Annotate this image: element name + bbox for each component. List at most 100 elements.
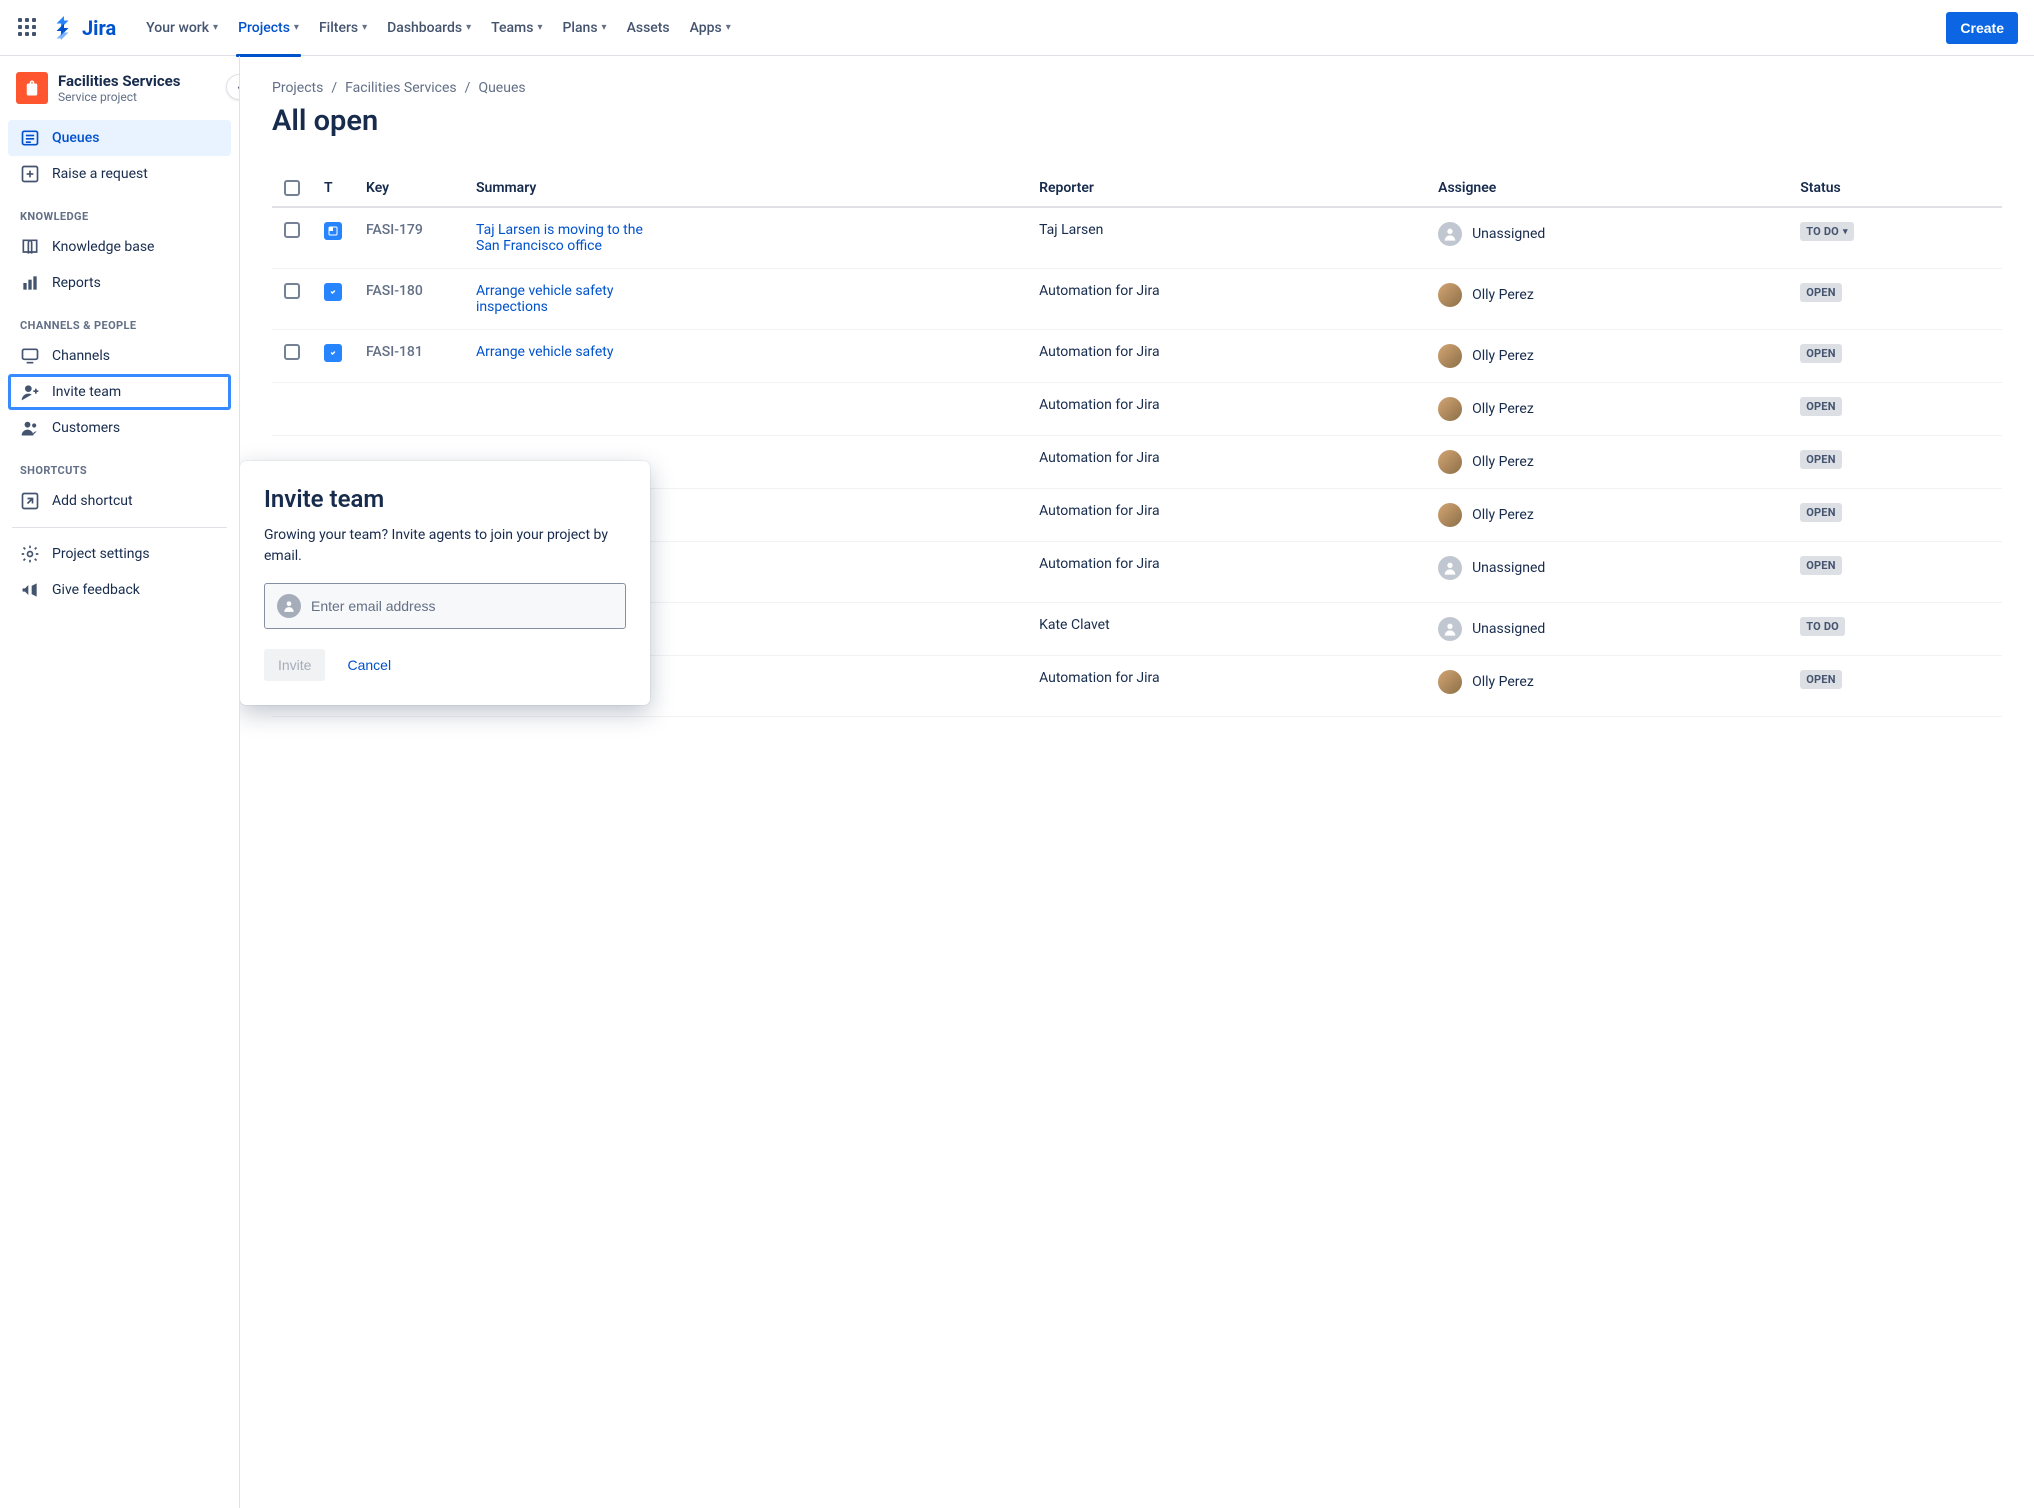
sidebar-item-add-shortcut[interactable]: Add shortcut — [8, 483, 231, 519]
col-reporter[interactable]: Reporter — [1027, 170, 1426, 207]
issue-key[interactable]: FASI-180 — [354, 269, 464, 330]
status-badge[interactable]: OPEN — [1800, 450, 1841, 469]
popover-title: Invite team — [264, 485, 626, 513]
nav-projects[interactable]: Projects▾ — [228, 0, 309, 56]
nav-filters[interactable]: Filters▾ — [309, 0, 377, 56]
table-row: FASI-180 Arrange vehicle safety inspecti… — [272, 269, 2002, 330]
project-name: Facilities Services — [58, 72, 180, 90]
chevron-down-icon: ▾ — [362, 22, 367, 33]
table-row: Automation for Jira Olly Perez OPEN — [272, 383, 2002, 436]
status-badge[interactable]: OPEN — [1800, 556, 1841, 575]
breadcrumb-item[interactable]: Facilities Services — [345, 80, 457, 96]
sidebar-item-raise-a-request[interactable]: Raise a request — [8, 156, 231, 192]
sidebar-item-label: Customers — [52, 420, 120, 436]
sidebar-item-queues[interactable]: Queues — [8, 120, 231, 156]
col-summary[interactable]: Summary — [464, 170, 1027, 207]
invite-button[interactable]: Invite — [264, 649, 325, 681]
gear-icon — [20, 544, 40, 564]
jira-mark-icon — [52, 16, 76, 40]
status-badge[interactable]: OPEN — [1800, 503, 1841, 522]
cancel-button[interactable]: Cancel — [333, 649, 405, 681]
nav-plans[interactable]: Plans▾ — [552, 0, 616, 56]
row-checkbox[interactable] — [284, 283, 300, 299]
nav-dashboards[interactable]: Dashboards▾ — [377, 0, 481, 56]
issue-key[interactable]: FASI-179 — [354, 207, 464, 269]
chevron-down-icon: ▾ — [466, 22, 471, 33]
status-badge[interactable]: OPEN — [1800, 670, 1841, 689]
main-content: Projects / Facilities Services / Queues … — [240, 56, 2034, 1508]
col-status[interactable]: Status — [1788, 170, 2002, 207]
avatar — [1438, 222, 1462, 246]
sidebar-item-reports[interactable]: Reports — [8, 265, 231, 301]
sidebar-item-channels[interactable]: Channels — [8, 338, 231, 374]
nav-assets[interactable]: Assets — [617, 0, 680, 56]
col-type[interactable]: T — [312, 170, 354, 207]
status-badge[interactable]: TO DO▾ — [1800, 222, 1853, 241]
issue-key[interactable]: FASI-181 — [354, 330, 464, 383]
issue-reporter: Automation for Jira — [1039, 556, 1169, 572]
issue-reporter: Automation for Jira — [1039, 344, 1169, 360]
chevron-down-icon: ▾ — [1843, 227, 1848, 237]
issue-summary[interactable]: Arrange vehicle safety — [476, 344, 656, 360]
row-checkbox[interactable] — [284, 344, 300, 360]
avatar — [1438, 283, 1462, 307]
issue-reporter: Taj Larsen — [1039, 222, 1169, 238]
issue-reporter: Automation for Jira — [1039, 670, 1169, 686]
jira-logo[interactable]: Jira — [52, 16, 116, 40]
status-badge[interactable]: OPEN — [1800, 344, 1841, 363]
nav-apps[interactable]: Apps▾ — [680, 0, 741, 56]
project-header[interactable]: Facilities Services Service project — [8, 72, 231, 120]
issue-summary[interactable]: Arrange vehicle safety inspections — [476, 283, 656, 315]
email-input-wrapper[interactable] — [264, 583, 626, 629]
sidebar-item-project-settings[interactable]: Project settings — [8, 536, 231, 572]
col-assignee[interactable]: Assignee — [1426, 170, 1788, 207]
sidebar-item-label: Project settings — [52, 546, 150, 562]
sidebar-item-label: Add shortcut — [52, 493, 133, 509]
chevron-down-icon: ▾ — [213, 22, 218, 33]
book-icon — [20, 237, 40, 257]
row-checkbox[interactable] — [284, 222, 300, 238]
breadcrumb-item[interactable]: Projects — [272, 80, 323, 96]
invite-team-popover: Invite team Growing your team? Invite ag… — [240, 461, 650, 705]
sidebar-item-customers[interactable]: Customers — [8, 410, 231, 446]
chevron-down-icon: ▾ — [602, 22, 607, 33]
issue-assignee[interactable]: Olly Perez — [1438, 397, 1776, 421]
issue-reporter: Kate Clavet — [1039, 617, 1169, 633]
table-row: FASI-179 Taj Larsen is moving to the San… — [272, 207, 2002, 269]
chevron-down-icon: ▾ — [294, 22, 299, 33]
create-button[interactable]: Create — [1946, 12, 2018, 44]
breadcrumb: Projects / Facilities Services / Queues — [272, 80, 2002, 96]
issue-assignee[interactable]: Olly Perez — [1438, 344, 1776, 368]
status-badge[interactable]: OPEN — [1800, 397, 1841, 416]
issue-assignee[interactable]: Olly Perez — [1438, 503, 1776, 527]
col-key[interactable]: Key — [354, 170, 464, 207]
issue-reporter: Automation for Jira — [1039, 503, 1169, 519]
nav-teams[interactable]: Teams▾ — [481, 0, 552, 56]
chevron-down-icon: ▾ — [537, 22, 542, 33]
sidebar-item-label: Queues — [52, 130, 99, 146]
megaphone-icon — [20, 580, 40, 600]
sidebar-item-give-feedback[interactable]: Give feedback — [8, 572, 231, 608]
sidebar-item-knowledge-base[interactable]: Knowledge base — [8, 229, 231, 265]
issue-type-icon — [324, 222, 342, 240]
issue-assignee[interactable]: Unassigned — [1438, 556, 1776, 580]
email-input[interactable] — [311, 598, 613, 614]
breadcrumb-item[interactable]: Queues — [478, 80, 525, 96]
issue-assignee[interactable]: Olly Perez — [1438, 450, 1776, 474]
person-plus-icon — [20, 382, 40, 402]
sidebar-item-label: Give feedback — [52, 582, 140, 598]
issue-key[interactable] — [354, 383, 464, 436]
nav-your-work[interactable]: Your work▾ — [136, 0, 228, 56]
app-switcher-icon[interactable] — [16, 16, 40, 40]
select-all-checkbox[interactable] — [284, 180, 300, 196]
shortcut-icon — [20, 491, 40, 511]
issue-assignee[interactable]: Olly Perez — [1438, 283, 1776, 307]
issue-assignee[interactable]: Olly Perez — [1438, 670, 1776, 694]
status-badge[interactable]: OPEN — [1800, 283, 1841, 302]
sidebar-item-invite-team[interactable]: Invite team — [8, 374, 231, 410]
project-type: Service project — [58, 90, 180, 104]
issue-assignee[interactable]: Unassigned — [1438, 617, 1776, 641]
issue-summary[interactable]: Taj Larsen is moving to the San Francisc… — [476, 222, 656, 254]
status-badge[interactable]: TO DO — [1800, 617, 1845, 636]
issue-assignee[interactable]: Unassigned — [1438, 222, 1776, 246]
